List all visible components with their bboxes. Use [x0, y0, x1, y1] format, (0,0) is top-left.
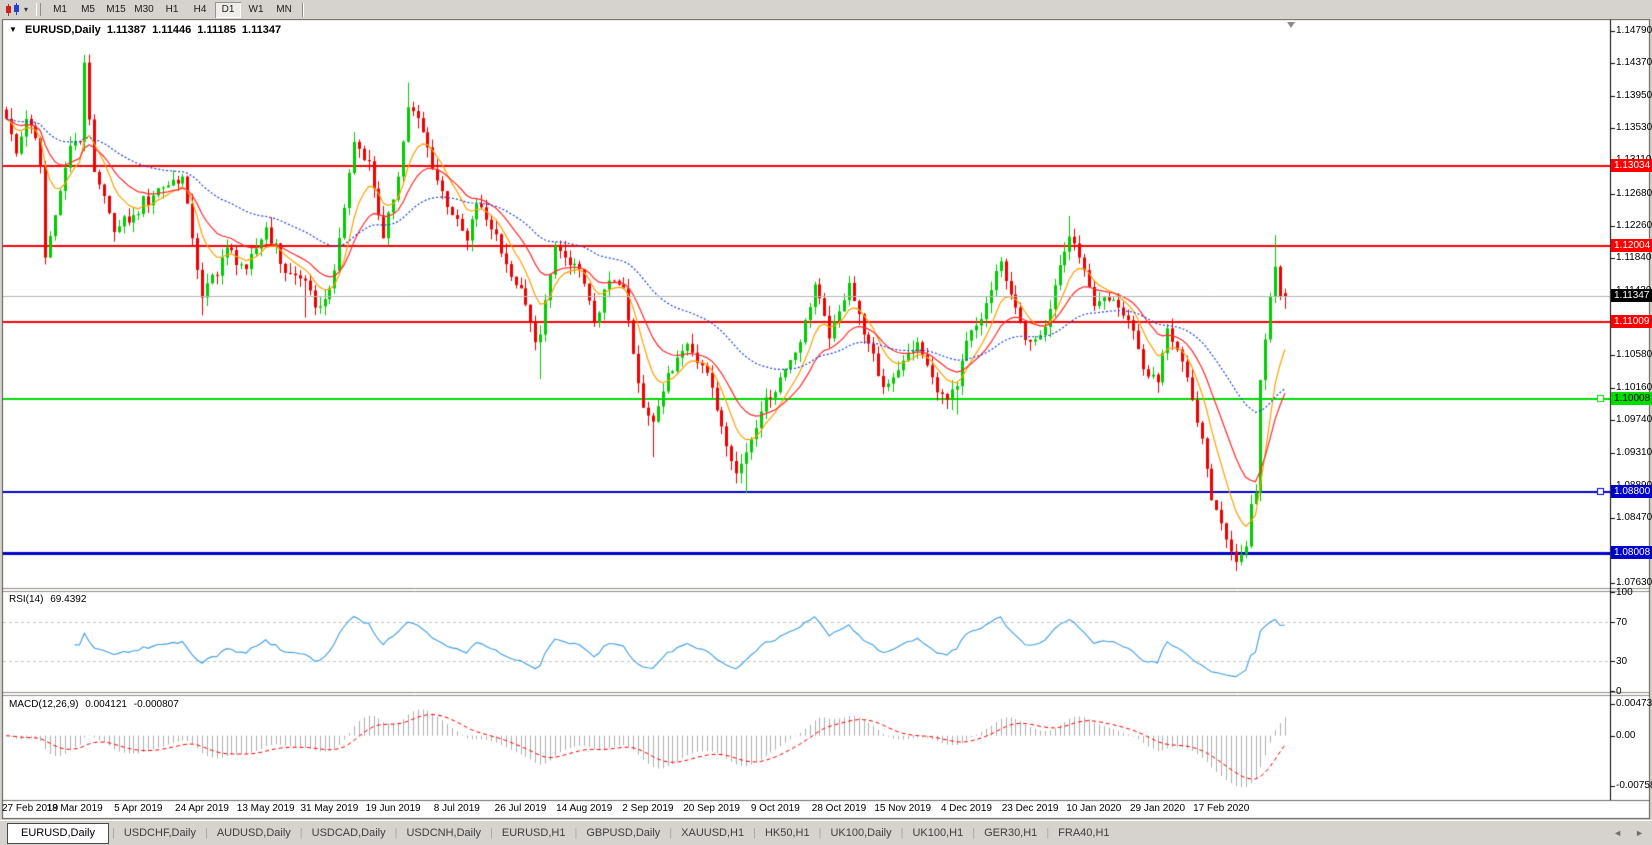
chart-tabs: EURUSD,Daily | USDCHF,Daily | AUDUSD,Daily | U…	[7, 821, 1119, 845]
level-price-tag[interactable]: 1.10008	[1611, 392, 1652, 405]
chart-tab-fra40-h1[interactable]: FRA40,H1	[1049, 821, 1118, 845]
date-axis-label: 29 Jan 2020	[1129, 803, 1186, 814]
date-axis-label: 24 Apr 2019	[175, 803, 229, 814]
ohlc-close: 1.11347	[241, 24, 282, 36]
price-axis-tick: 1.13950	[1616, 89, 1652, 101]
chart-tab-uk100-h1[interactable]: UK100,H1	[903, 821, 972, 845]
chart-tab-usdcnh-daily[interactable]: USDCNH,Daily	[397, 821, 490, 845]
price-axis-tick: 1.10580	[1616, 349, 1652, 361]
date-axis-label: 2 Sep 2019	[622, 803, 674, 814]
date-axis-label: 18 Mar 2019	[46, 803, 103, 814]
date-axis-label: 9 Oct 2019	[750, 803, 800, 814]
trading-terminal-window: ▾ M1 M5 M15 M30 H1 H4 D1 W1 MN ▼ EURUSD,Daily 1.…	[0, 0, 1652, 845]
period-button-h1[interactable]: H1	[159, 2, 185, 18]
price-axis-tick: 1.11840	[1616, 252, 1652, 264]
rsi-axis-tick: 0	[1616, 686, 1622, 697]
date-axis-label: 31 May 2019	[300, 803, 359, 814]
chart-tab-eurusd-daily[interactable]: EURUSD,Daily	[7, 822, 109, 844]
date-axis-label: 14 Aug 2019	[556, 803, 613, 814]
rsi-axis-tick: 100	[1616, 587, 1633, 598]
rsi-name: RSI(14)	[9, 594, 44, 605]
macd-indicator-label: MACD(12,26,9) 0.004121 -0.000807	[9, 699, 183, 710]
rsi-indicator-label: RSI(14) 69.4392	[9, 594, 90, 605]
chart-tab-ger30-h1[interactable]: GER30,H1	[975, 821, 1046, 845]
level-price-tag[interactable]: 1.08800	[1611, 485, 1652, 498]
current-price-tag: 1.11347	[1611, 289, 1652, 302]
level-price-tag[interactable]: 1.12004	[1611, 239, 1652, 252]
macd-signal-value: -0.000807	[133, 699, 179, 710]
date-axis-label: 20 Sep 2019	[683, 803, 740, 814]
date-axis-label: 15 Nov 2019	[874, 803, 932, 814]
price-axis-tick: 1.09740	[1616, 414, 1652, 426]
chart-tab-uk100-daily[interactable]: UK100,Daily	[821, 821, 900, 845]
date-axis-label: 10 Jan 2020	[1066, 803, 1122, 814]
ohlc-high: 1.11446	[152, 24, 192, 36]
date-axis-label: 4 Dec 2019	[940, 803, 992, 814]
date-axis-label: 19 Jun 2019	[365, 803, 421, 814]
date-axis-label: 13 May 2019	[236, 803, 295, 814]
date-axis-label: 23 Dec 2019	[1001, 803, 1059, 814]
chart-tabs-bar: EURUSD,Daily | USDCHF,Daily | AUDUSD,Daily | U…	[0, 820, 1652, 845]
chart-tab-gbpusd-daily[interactable]: GBPUSD,Daily	[577, 821, 669, 845]
period-buttons-group: M1 M5 M15 M30 H1 H4 D1 W1 MN	[47, 1, 297, 18]
macd-name: MACD(12,26,9)	[9, 699, 79, 710]
date-axis-label: 17 Feb 2020	[1193, 803, 1250, 814]
ohlc-open: 1.11387	[106, 24, 146, 36]
macd-main-value: 0.004121	[85, 699, 127, 710]
chart-title: ▼ EURUSD,Daily 1.11387 1.11446 1.11185 1…	[9, 24, 284, 36]
chevron-down-icon[interactable]: ▾	[24, 5, 28, 14]
chart-tab-hk50-h1[interactable]: HK50,H1	[756, 821, 819, 845]
period-button-h4[interactable]: H4	[187, 2, 213, 18]
macd-axis-tick: 0.004738	[1616, 698, 1652, 710]
chart-tab-audusd-daily[interactable]: AUDUSD,Daily	[208, 821, 300, 845]
chart-tab-usdcad-daily[interactable]: USDCAD,Daily	[303, 821, 395, 845]
date-axis-label: 26 Jul 2019	[494, 803, 547, 814]
chart-tab-eurusd-h1[interactable]: EURUSD,H1	[493, 821, 575, 845]
price-axis-tick: 1.08470	[1616, 511, 1652, 523]
period-button-m5[interactable]: M5	[75, 2, 101, 18]
date-axis-label: 28 Oct 2019	[811, 803, 867, 814]
price-axis-tick: 1.13530	[1616, 122, 1652, 134]
price-axis-tick: 1.12680	[1616, 187, 1652, 199]
period-button-w1[interactable]: W1	[243, 2, 269, 18]
period-button-m15[interactable]: M15	[103, 2, 129, 18]
level-price-tag[interactable]: 1.08008	[1611, 546, 1652, 559]
level-price-tag[interactable]: 1.11009	[1611, 315, 1652, 328]
price-axis-tick: 1.14370	[1616, 57, 1652, 69]
chart-canvas[interactable]	[0, 0, 1652, 845]
ohlc-low: 1.11185	[197, 24, 236, 36]
macd-axis-tick: -0.00758	[1616, 779, 1652, 791]
chart-symbol: EURUSD,Daily	[24, 24, 101, 36]
macd-axis-tick: 0.00	[1616, 729, 1636, 741]
toolbar-separator	[302, 2, 305, 17]
symbol-dropdown-icon[interactable]: ▼	[9, 25, 17, 34]
period-button-d1[interactable]: D1	[215, 1, 242, 18]
period-button-m30[interactable]: M30	[131, 2, 157, 18]
rsi-value: 69.4392	[50, 594, 87, 605]
candlestick-chart-icon[interactable]	[5, 2, 23, 17]
rsi-axis-tick: 30	[1616, 656, 1628, 668]
toolbar-grip[interactable]	[36, 3, 42, 16]
tabs-scroll-left-icon[interactable]: ◄	[1613, 828, 1622, 838]
level-price-tag[interactable]: 1.13034	[1611, 159, 1652, 172]
chart-shift-marker-icon[interactable]	[1287, 22, 1295, 28]
chart-tab-usdchf-daily[interactable]: USDCHF,Daily	[115, 821, 205, 845]
date-axis-label: 5 Apr 2019	[114, 803, 163, 814]
period-button-mn[interactable]: MN	[271, 2, 297, 18]
chart-tab-xauusd-h1[interactable]: XAUUSD,H1	[672, 821, 753, 845]
tabs-scroll-right-icon[interactable]: ►	[1635, 828, 1644, 838]
price-axis-tick: 1.14790	[1616, 25, 1652, 36]
price-axis-tick: 1.09310	[1616, 447, 1652, 459]
date-axis-label: 8 Jul 2019	[433, 803, 480, 814]
rsi-axis-tick: 70	[1616, 616, 1628, 628]
timeframes-toolbar: ▾ M1 M5 M15 M30 H1 H4 D1 W1 MN	[0, 0, 1652, 19]
period-button-m1[interactable]: M1	[47, 2, 73, 18]
price-axis-tick: 1.12260	[1616, 219, 1652, 231]
